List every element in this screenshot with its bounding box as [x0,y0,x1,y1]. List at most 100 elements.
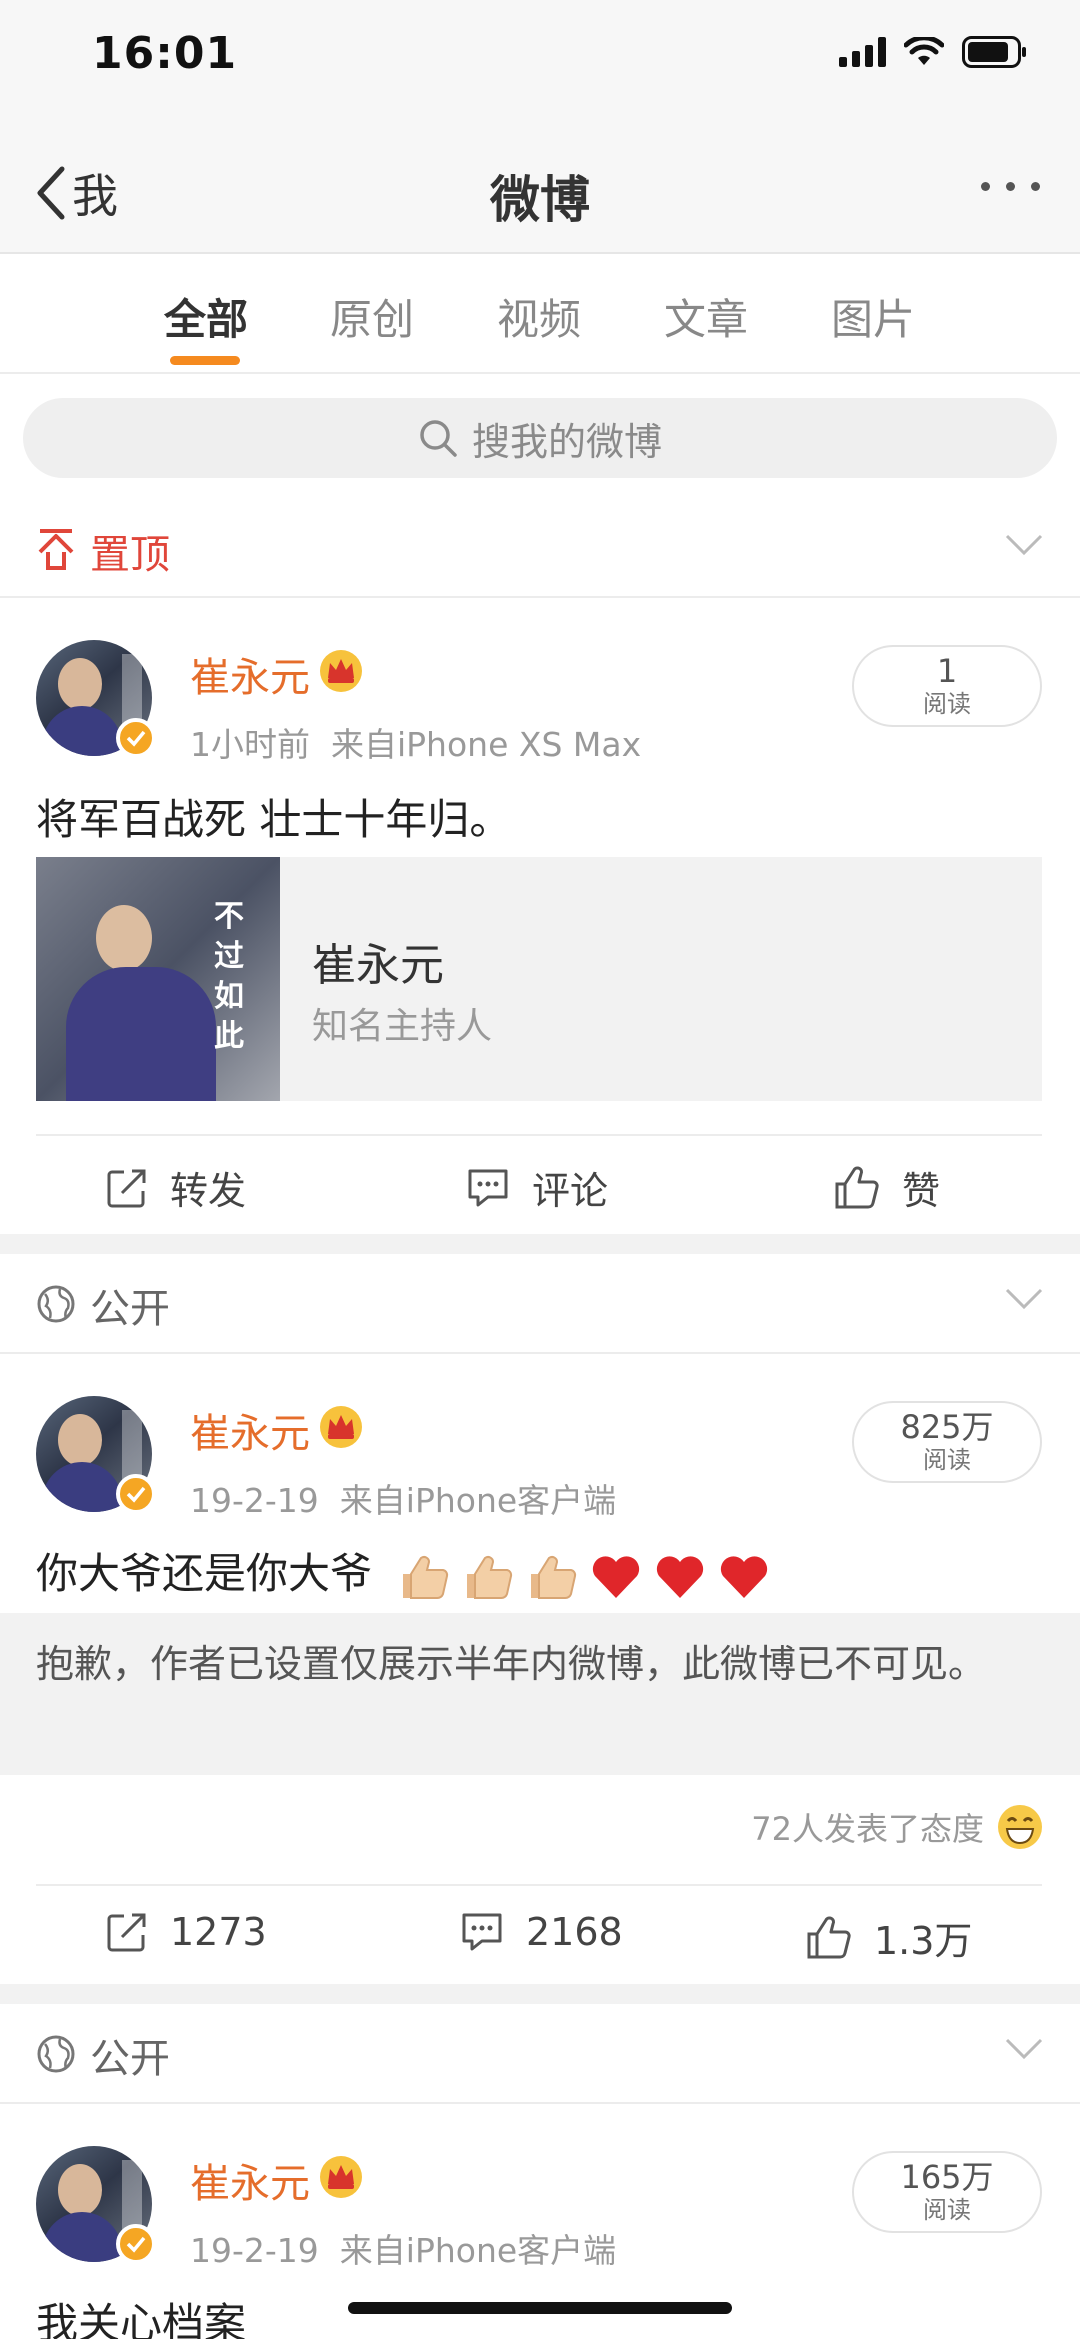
pinned-header[interactable]: 置顶 [0,500,1080,598]
comment-button[interactable]: 2168 [460,1910,623,1954]
post-text: 你大爷还是你大爷 [36,1540,771,1604]
section-divider [0,1984,1080,2004]
card-image: 不过如此 [36,857,280,1101]
author-name[interactable]: 崔永元 [190,645,310,703]
post-text: 我关心档案 [36,2299,247,2339]
repost-icon [107,1169,146,1207]
tab-video[interactable]: 视频 [497,286,581,347]
read-count-pill[interactable]: 1 阅读 [852,645,1042,727]
tab-original[interactable]: 原创 [330,286,414,347]
search-placeholder: 搜我的微博 [471,419,662,464]
search-area: 搜我的微博 [0,376,1080,500]
wifi-icon [904,37,944,65]
post-actions: 转发 评论 赞 [36,1134,1042,1232]
author-name[interactable]: 崔永元 [190,2151,310,2209]
thumbs-up-emoji-icon [467,1555,513,1599]
page-title: 微博 [490,171,590,229]
tab-all[interactable]: 全部 [164,286,248,347]
repost-button[interactable]: 1273 [106,1910,267,1954]
vip-crown-icon [320,2156,362,2198]
visibility-label: 公开 [90,2036,170,2082]
post-text-content: 你大爷还是你大爷 [36,1549,373,1598]
chevron-down-icon[interactable] [1004,1286,1044,1312]
attitude-count[interactable]: 72人发表了态度 [751,1803,1044,1851]
comment-icon [468,1169,508,1206]
read-count: 825万 [900,1408,994,1446]
comment-button[interactable]: 评论 [466,1160,608,1215]
verified-badge-icon [116,2224,156,2264]
more-dot-icon [981,182,990,191]
verified-badge-icon [116,1474,156,1514]
card-subtitle: 知名主持人 [312,1006,493,1047]
vip-crown-icon [320,650,362,692]
globe-icon [37,1285,75,1323]
card-title: 崔永元 [312,940,444,991]
post-source: 来自iPhone客户端 [339,1481,617,1520]
vip-crown-icon [320,1406,362,1448]
more-dot-icon [1006,182,1015,191]
post-time: 1小时前 [190,725,310,764]
like-count: 1.3万 [874,1919,973,1963]
read-count-pill[interactable]: 165万 阅读 [852,2151,1042,2233]
cellular-signal-icon [839,37,886,67]
repost-count: 1273 [170,1910,267,1954]
read-count: 165万 [900,2158,994,2196]
tab-article[interactable]: 文章 [664,286,748,347]
post-meta: 19-2-19 来自iPhone客户端 [190,1474,616,1522]
more-dot-icon [1031,182,1040,191]
attitude-label: 72人发表了态度 [751,1810,984,1848]
comment-count: 2168 [526,1910,623,1954]
emoji-row [397,1550,771,1604]
nav-bar: 我 微博 [0,130,1080,254]
visibility-header[interactable]: 公开 [0,2004,1080,2104]
read-label: 阅读 [923,2196,971,2224]
hidden-post-notice: 抱歉，作者已设置仅展示半年内微博，此微博已不可见。 [0,1613,1080,1775]
like-button[interactable]: 赞 [834,1160,940,1215]
card-image-text: 不过如此 [214,899,244,1054]
tab-image[interactable]: 图片 [831,286,915,347]
post-meta: 19-2-19 来自iPhone客户端 [190,2224,616,2272]
read-count: 1 [936,652,958,690]
repost-button[interactable]: 转发 [106,1160,246,1215]
globe-icon [37,2035,75,2073]
author-name[interactable]: 崔永元 [190,1401,310,1459]
repost-icon [107,1913,146,1952]
post-actions: 1273 2168 1.3万 [36,1884,1042,1982]
laughing-emoji-icon [998,1805,1042,1849]
status-time: 16:01 [92,28,238,79]
read-label: 阅读 [923,1446,971,1474]
chevron-down-icon[interactable] [1004,2036,1044,2062]
search-input[interactable]: 搜我的微博 [23,398,1057,478]
post-source: 来自iPhone XS Max [330,725,642,764]
repost-label: 转发 [170,1169,247,1213]
home-indicator[interactable] [348,2302,732,2314]
thumbs-up-emoji-icon [403,1555,449,1599]
red-heart-emoji-icon [657,1555,704,1598]
post-text: 将军百战死 壮士十年归。 [36,795,512,844]
pin-top-icon [38,529,74,570]
profile-card[interactable]: 不过如此 崔永元 知名主持人 [36,857,1042,1101]
pinned-label: 置顶 [90,532,170,578]
post-meta: 1小时前 来自iPhone XS Max [190,718,641,766]
red-heart-emoji-icon [593,1555,640,1598]
post-time: 19-2-19 [190,2231,319,2270]
visibility-header[interactable]: 公开 [0,1254,1080,1354]
status-bar: 16:01 [0,0,1080,130]
verified-badge-icon [116,718,156,758]
thumbs-up-icon [835,1166,879,1208]
post-source: 来自iPhone客户端 [339,2231,617,2270]
battery-icon [962,36,1026,68]
like-label: 赞 [902,1169,941,1213]
read-label: 阅读 [923,690,971,718]
thumbs-up-icon [807,1916,851,1958]
more-button[interactable] [981,182,1040,191]
chevron-down-icon[interactable] [1004,532,1044,558]
visibility-label: 公开 [90,1286,170,1332]
read-count-pill[interactable]: 825万 阅读 [852,1401,1042,1483]
search-icon [420,420,457,457]
red-heart-emoji-icon [721,1555,768,1598]
post-time: 19-2-19 [190,1481,319,1520]
comment-label: 评论 [532,1169,609,1213]
like-button[interactable]: 1.3万 [806,1910,972,1965]
section-divider [0,1234,1080,1254]
